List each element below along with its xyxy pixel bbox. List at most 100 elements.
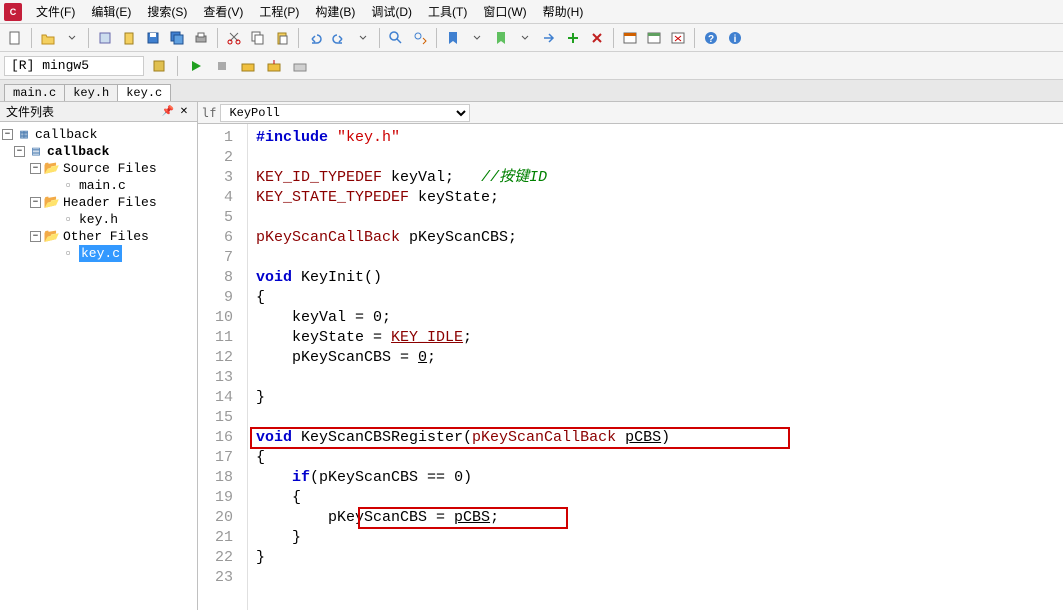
tree-file-keyh[interactable]: ▫ key.h bbox=[2, 211, 195, 228]
edit-icon[interactable] bbox=[94, 27, 116, 49]
code-line[interactable]: } bbox=[256, 548, 1055, 568]
tree-file-keyc[interactable]: ▫ key.c bbox=[2, 245, 195, 262]
code-line[interactable] bbox=[256, 568, 1055, 588]
collapse-icon[interactable]: − bbox=[30, 197, 41, 208]
find-next-icon[interactable] bbox=[409, 27, 431, 49]
save-all-icon[interactable] bbox=[166, 27, 188, 49]
copy-icon[interactable] bbox=[247, 27, 269, 49]
folder-icon: 📂 bbox=[44, 162, 60, 176]
tree-folder-header[interactable]: − 📂 Header Files bbox=[2, 194, 195, 211]
window2-icon[interactable] bbox=[643, 27, 665, 49]
menu-help[interactable]: 帮助(H) bbox=[535, 1, 592, 22]
bookmark-icon[interactable] bbox=[442, 27, 464, 49]
window1-icon[interactable] bbox=[619, 27, 641, 49]
code-line[interactable]: if(pKeyScanCBS == 0) bbox=[256, 468, 1055, 488]
menu-debug[interactable]: 调试(D) bbox=[363, 1, 420, 22]
bookmark-dd-icon[interactable] bbox=[466, 27, 488, 49]
code-line[interactable]: pKeyScanCBS = pCBS; bbox=[256, 508, 1055, 528]
menu-view[interactable]: 查看(V) bbox=[195, 1, 251, 22]
file-tree: − ▦ callback − ▤ callback − 📂 Source Fil… bbox=[0, 122, 197, 266]
paste-icon[interactable] bbox=[118, 27, 140, 49]
code-line[interactable]: { bbox=[256, 288, 1055, 308]
find-icon[interactable] bbox=[385, 27, 407, 49]
menubar: C 文件(F) 编辑(E) 搜索(S) 查看(V) 工程(P) 构建(B) 调试… bbox=[0, 0, 1063, 24]
line-number: 12 bbox=[204, 348, 233, 368]
close-panel-icon[interactable]: ✕ bbox=[177, 105, 191, 119]
compile-remove-icon[interactable] bbox=[586, 27, 608, 49]
function-dropdown[interactable]: KeyPoll bbox=[220, 104, 470, 122]
code-line[interactable] bbox=[256, 248, 1055, 268]
tree-folder-source[interactable]: − 📂 Source Files bbox=[2, 160, 195, 177]
pin-icon[interactable]: 📌 bbox=[161, 105, 175, 119]
help-icon[interactable]: ? bbox=[700, 27, 722, 49]
code-line[interactable] bbox=[256, 368, 1055, 388]
menu-edit[interactable]: 编辑(E) bbox=[83, 1, 139, 22]
stop-icon[interactable] bbox=[211, 55, 233, 77]
redo-icon[interactable] bbox=[328, 27, 350, 49]
target-settings-icon[interactable] bbox=[148, 55, 170, 77]
compile-add-icon[interactable] bbox=[562, 27, 584, 49]
close-window-icon[interactable] bbox=[667, 27, 689, 49]
line-number: 4 bbox=[204, 188, 233, 208]
file-tab-1[interactable]: key.h bbox=[64, 84, 118, 101]
line-number: 21 bbox=[204, 528, 233, 548]
tree-project[interactable]: − ▤ callback bbox=[2, 143, 195, 160]
redo-dropdown-icon[interactable] bbox=[352, 27, 374, 49]
code-line[interactable] bbox=[256, 208, 1055, 228]
code-line[interactable]: pKeyScanCallBack pKeyScanCBS; bbox=[256, 228, 1055, 248]
bookmark2-dd-icon[interactable] bbox=[514, 27, 536, 49]
code-line[interactable]: keyState = KEY_IDLE; bbox=[256, 328, 1055, 348]
goto-icon[interactable] bbox=[538, 27, 560, 49]
code-line[interactable]: { bbox=[256, 488, 1055, 508]
line-number: 20 bbox=[204, 508, 233, 528]
menu-project[interactable]: 工程(P) bbox=[251, 1, 307, 22]
line-number: 16 bbox=[204, 428, 233, 448]
save-icon[interactable] bbox=[142, 27, 164, 49]
rebuild-icon[interactable] bbox=[263, 55, 285, 77]
menu-file[interactable]: 文件(F) bbox=[28, 1, 83, 22]
code-line[interactable]: } bbox=[256, 388, 1055, 408]
collapse-icon[interactable]: − bbox=[14, 146, 25, 157]
code-line[interactable]: #include "key.h" bbox=[256, 128, 1055, 148]
file-tab-0[interactable]: main.c bbox=[4, 84, 65, 101]
collapse-icon[interactable]: − bbox=[30, 231, 41, 242]
print-icon[interactable] bbox=[190, 27, 212, 49]
collapse-icon[interactable]: − bbox=[30, 163, 41, 174]
build-icon[interactable] bbox=[237, 55, 259, 77]
tree-root[interactable]: − ▦ callback bbox=[2, 126, 195, 143]
code-line[interactable]: { bbox=[256, 448, 1055, 468]
code-line[interactable]: pKeyScanCBS = 0; bbox=[256, 348, 1055, 368]
menu-tools[interactable]: 工具(T) bbox=[420, 1, 475, 22]
info-icon[interactable]: i bbox=[724, 27, 746, 49]
bookmark2-icon[interactable] bbox=[490, 27, 512, 49]
paste2-icon[interactable] bbox=[271, 27, 293, 49]
code-line[interactable]: } bbox=[256, 528, 1055, 548]
build-target[interactable]: [R] mingw5 bbox=[4, 56, 144, 76]
clean-icon[interactable] bbox=[289, 55, 311, 77]
open-dropdown-icon[interactable] bbox=[61, 27, 83, 49]
cut-icon[interactable] bbox=[223, 27, 245, 49]
code-line[interactable] bbox=[256, 408, 1055, 428]
code-line[interactable]: void KeyInit() bbox=[256, 268, 1055, 288]
line-number: 14 bbox=[204, 388, 233, 408]
tree-folder-other[interactable]: − 📂 Other Files bbox=[2, 228, 195, 245]
open-icon[interactable] bbox=[37, 27, 59, 49]
code-editor[interactable]: 1234567891011121314151617181920212223 #i… bbox=[198, 124, 1063, 610]
collapse-icon[interactable]: − bbox=[2, 129, 13, 140]
code-body[interactable]: #include "key.h" KEY_ID_TYPEDEF keyVal; /… bbox=[248, 124, 1063, 610]
menu-search[interactable]: 搜索(S) bbox=[139, 1, 195, 22]
code-line[interactable]: KEY_ID_TYPEDEF keyVal; //按键ID bbox=[256, 168, 1055, 188]
undo-icon[interactable] bbox=[304, 27, 326, 49]
run-icon[interactable] bbox=[185, 55, 207, 77]
file-tab-2[interactable]: key.c bbox=[117, 84, 171, 101]
code-line[interactable]: void KeyScanCBSRegister(pKeyScanCallBack… bbox=[256, 428, 1055, 448]
menu-build[interactable]: 构建(B) bbox=[307, 1, 363, 22]
tree-file-mainc[interactable]: ▫ main.c bbox=[2, 177, 195, 194]
menu-window[interactable]: 窗口(W) bbox=[475, 1, 534, 22]
code-line[interactable]: KEY_STATE_TYPEDEF keyState; bbox=[256, 188, 1055, 208]
new-file-icon[interactable] bbox=[4, 27, 26, 49]
code-line[interactable]: keyVal = 0; bbox=[256, 308, 1055, 328]
code-line[interactable] bbox=[256, 148, 1055, 168]
line-number: 7 bbox=[204, 248, 233, 268]
toolbar-main: ? i bbox=[0, 24, 1063, 52]
